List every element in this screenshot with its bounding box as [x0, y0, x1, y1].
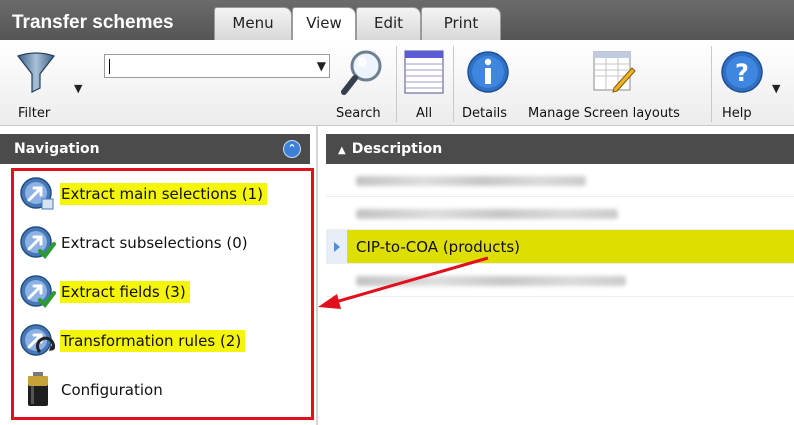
magnifier-icon — [341, 50, 382, 95]
description-grid: ▲ Description CIP-to-COA (products) — [326, 126, 794, 425]
search-button[interactable]: Search — [334, 44, 392, 124]
tab-view[interactable]: View — [292, 7, 356, 41]
table-row[interactable] — [326, 197, 794, 230]
tab-menu[interactable]: Menu — [214, 7, 292, 40]
navigation-header: Navigation ⌃ — [0, 134, 310, 164]
nav-item-label: Extract fields (3) — [60, 281, 190, 303]
filter-icon — [17, 52, 55, 93]
app-title: Transfer schemes — [12, 12, 174, 33]
table-row-selected[interactable]: CIP-to-COA (products) — [326, 230, 794, 264]
nav-item-label: Extract main selections (1) — [60, 183, 267, 205]
table-grid-icon — [404, 50, 444, 94]
filter-button[interactable]: ▼ Filter — [14, 44, 84, 124]
nav-item-transformation-rules[interactable]: Transformation rules (2) — [20, 320, 310, 360]
details-button[interactable]: Details — [456, 44, 520, 124]
help-label: Help — [722, 106, 752, 121]
filter-label: Filter — [18, 106, 51, 121]
blurred-text — [356, 209, 618, 219]
nav-item-extract-fields[interactable]: Extract fields (3) — [20, 271, 310, 311]
transformation-icon — [20, 324, 55, 356]
nav-item-extract-main-selections[interactable]: Extract main selections (1) — [20, 173, 310, 213]
separator — [711, 46, 712, 122]
svg-text:?: ? — [735, 59, 749, 87]
sort-ascending-icon: ▲ — [338, 145, 346, 156]
navigation-panel: Navigation ⌃ Extract main selections (1)… — [0, 126, 318, 425]
separator — [396, 46, 397, 122]
filter-dropdown-icon[interactable]: ▼ — [74, 82, 82, 95]
all-label: All — [416, 106, 433, 121]
nav-item-configuration[interactable]: Configuration — [20, 369, 310, 409]
extract-fields-icon — [20, 275, 56, 309]
info-icon — [467, 51, 509, 93]
search-label: Search — [336, 106, 381, 121]
row-description: CIP-to-COA (products) — [356, 238, 521, 256]
details-label: Details — [462, 106, 508, 121]
tab-edit[interactable]: Edit — [356, 7, 421, 40]
blurred-text — [356, 276, 626, 286]
manage-screen-layouts-button[interactable]: Manage Screen layouts — [526, 44, 706, 124]
manage-screen-layouts-label: Manage Screen layouts — [528, 106, 680, 121]
help-button[interactable]: ? ▼ Help — [716, 44, 786, 124]
column-header-label: Description — [351, 141, 443, 157]
table-row[interactable] — [326, 164, 794, 197]
separator — [453, 46, 454, 122]
title-bar: Transfer schemes Menu View Edit Print — [0, 0, 794, 41]
search-input[interactable]: ▼ — [104, 54, 330, 78]
help-dropdown-icon[interactable]: ▼ — [772, 82, 780, 95]
battery-icon — [28, 372, 48, 406]
layout-edit-icon — [593, 51, 636, 93]
nav-item-extract-subselections[interactable]: Extract subselections (0) — [20, 222, 310, 262]
ribbon-toolbar: ▼ Filter ▼ Search All Details Manage Scr… — [0, 40, 794, 126]
all-button[interactable]: All — [400, 44, 450, 124]
table-row[interactable] — [326, 264, 794, 297]
text-cursor — [109, 59, 110, 74]
column-header-description[interactable]: ▲ Description — [326, 134, 794, 164]
search-dropdown-icon[interactable]: ▼ — [317, 59, 326, 73]
blurred-text — [356, 176, 586, 186]
nav-item-label: Transformation rules (2) — [60, 330, 246, 352]
extract-main-icon — [20, 177, 54, 210]
help-icon: ? — [721, 51, 763, 93]
navigation-title: Navigation — [14, 141, 100, 157]
annotation-highlight-box: Extract main selections (1) Extract subs… — [11, 168, 314, 420]
nav-item-label: Extract subselections (0) — [61, 234, 248, 252]
row-selector-icon[interactable] — [326, 230, 348, 263]
collapse-up-icon[interactable]: ⌃ — [283, 140, 301, 158]
tab-print[interactable]: Print — [421, 7, 501, 40]
extract-sub-icon — [20, 226, 56, 260]
nav-item-label: Configuration — [61, 381, 163, 399]
